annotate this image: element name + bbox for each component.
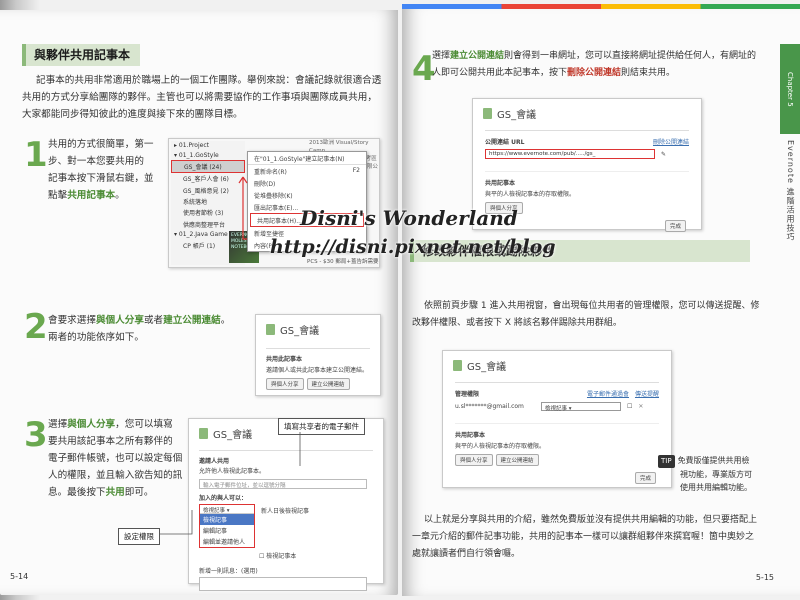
- user-permission-select[interactable]: 檢視記事 ▾: [541, 402, 621, 412]
- manage-screenshot: GS_會議 管理權限 電子郵件通過會 傳送提醒 u.sl*******@gmail…: [442, 350, 672, 488]
- tip-label: TIP: [658, 455, 675, 468]
- delete-public-link[interactable]: 刪除公開連結: [653, 137, 689, 146]
- para-line: 改夥伴權限、或者按下 X 將該名夥伴踢除共用群組。: [412, 318, 622, 328]
- create-public-link-button[interactable]: 建立公開連結: [495, 454, 539, 466]
- step-line: 選擇建立公開連結則會得到一串網址，您可以直接將網址提供給任何人，有網址的: [432, 48, 777, 65]
- done-button[interactable]: 完成: [634, 472, 656, 484]
- notebook-icon: [483, 108, 492, 119]
- tip-box: TIP 免費版僅提供共用檢 視功能，專業版方可 使用共用編輯功能。: [658, 454, 768, 494]
- tip-line: 視功能，專業版方可: [680, 470, 752, 479]
- callout-lines: [160, 432, 301, 535]
- tip-line: TIP 免費版僅提供共用檢: [658, 454, 768, 468]
- share-label: 共用記事本: [455, 423, 659, 439]
- url-row: https://www.evernote.com/pub/...../gs_ ✎: [485, 149, 689, 159]
- public-url-field[interactable]: https://www.evernote.com/pub/...../gs_: [485, 149, 655, 159]
- top-color-strip: [402, 4, 800, 9]
- page-number: 5-14: [10, 572, 29, 581]
- manage-header: 管理權限 電子郵件通過會 傳送提醒: [455, 389, 659, 398]
- url-label: 公開連結 URL: [485, 139, 525, 146]
- para-line: 一章元介紹的郵件記事功能，共用的記事本一樣可以讓群組夥伴來撰寫喔！箇中奧妙之: [412, 532, 755, 542]
- step-line: 人即可公開共用此本記事本，按下刪除公開連結則結束共用。: [432, 65, 777, 82]
- edit-icon[interactable]: ✎: [661, 151, 666, 158]
- tip-text: 免費版僅提供共用檢: [677, 456, 750, 465]
- text: 則結束共用。: [621, 68, 676, 78]
- share-desc: 與平的人檢視記事本的存取權限。: [485, 191, 576, 198]
- done-button[interactable]: 完成: [664, 220, 686, 232]
- watermark-url: http://disni.pixnet.net/blog: [270, 236, 556, 258]
- page-number: 5-15: [755, 573, 774, 582]
- user-row: u.sl*******@gmail.com 檢視記事 ▾ ☐ ✕: [455, 402, 659, 412]
- right-page: 4 選擇建立公開連結則會得到一串網址，您可以直接將網址提供給任何人，有網址的 人…: [402, 4, 800, 596]
- dialog-footer: 完成: [455, 472, 659, 484]
- watermark-title: Disni's Wonderland: [300, 206, 518, 230]
- email-column-link[interactable]: 電子郵件通過會: [587, 391, 629, 398]
- permission-value: 檢視記事: [545, 406, 568, 412]
- chapter-tab: Chapter 5: [780, 44, 800, 134]
- tip-line: 使用共用編輯功能。: [680, 483, 752, 492]
- dialog-title: GS_會議: [443, 351, 671, 380]
- text: 選擇: [432, 51, 451, 61]
- column-headers: 電子郵件通過會 傳送提醒: [587, 389, 659, 398]
- public-link-link: 建立公開連結: [450, 51, 505, 61]
- notebook-icon: [453, 360, 462, 371]
- text: 人即可公開共用此本記事本，按下: [432, 68, 568, 78]
- text: 則會得到一串網址，您可以直接將網址提供給任何人，有網址的: [504, 51, 757, 61]
- manage-section: 管理權限 電子郵件通過會 傳送提醒 u.sl*******@gmail.com 檢…: [455, 382, 659, 484]
- remove-user-icon[interactable]: ✕: [638, 403, 643, 410]
- side-chapter-title: Evernote 進階活用技巧: [786, 140, 795, 242]
- delete-public-link-link: 刪除公開連結: [567, 68, 622, 78]
- book-spread: 與夥伴共用記事本 記事本的共用非常適用於職場上的一個工作團隊。舉例來說：會議記錄…: [0, 0, 800, 600]
- url-row-header: 公開連結 URL 刪除公開連結: [485, 137, 689, 146]
- dialog-title-text: GS_會議: [497, 110, 537, 121]
- user-email: u.sl*******@gmail.com: [455, 403, 524, 410]
- dialog-title-text: GS_會議: [467, 362, 507, 373]
- left-page: 與夥伴共用記事本 記事本的共用非常適用於職場上的一個工作團隊。舉例來說：會議記錄…: [0, 10, 398, 595]
- closing-paragraph: 以上就是分享與共用的介紹，雖然免費版並沒有提供共用編輯的功能，但只要搭配上 一章…: [412, 512, 782, 563]
- para-line: 依照前頁步驟 1 進入共用視窗，會出現每位共用者的管理權限，您可以傳送提醒、修: [424, 301, 760, 311]
- para-line: 以上就是分享與共用的介紹，雖然免費版並沒有提供共用編輯的功能，但只要搭配上: [424, 515, 758, 525]
- manage-label: 管理權限: [455, 391, 480, 398]
- share-with-person-button[interactable]: 與個人分享: [455, 454, 493, 466]
- step4-text: 選擇建立公開連結則會得到一串網址，您可以直接將網址提供給任何人，有網址的 人即可…: [432, 48, 777, 82]
- share-desc: 與平的人檢視記事本的存取權限。: [455, 443, 546, 450]
- dialog-title: GS_會議: [473, 99, 701, 128]
- remind-checkbox[interactable]: ☐: [627, 403, 632, 410]
- para-line: 處就讓讀者們自行領會囉。: [412, 549, 521, 559]
- send-reminder-link[interactable]: 傳送提醒: [635, 391, 659, 398]
- share-label: 共用記事本: [485, 171, 689, 187]
- modify-paragraph: 依照前頁步驟 1 進入共用視窗，會出現每位共用者的管理權限，您可以傳送提醒、修 …: [412, 298, 782, 332]
